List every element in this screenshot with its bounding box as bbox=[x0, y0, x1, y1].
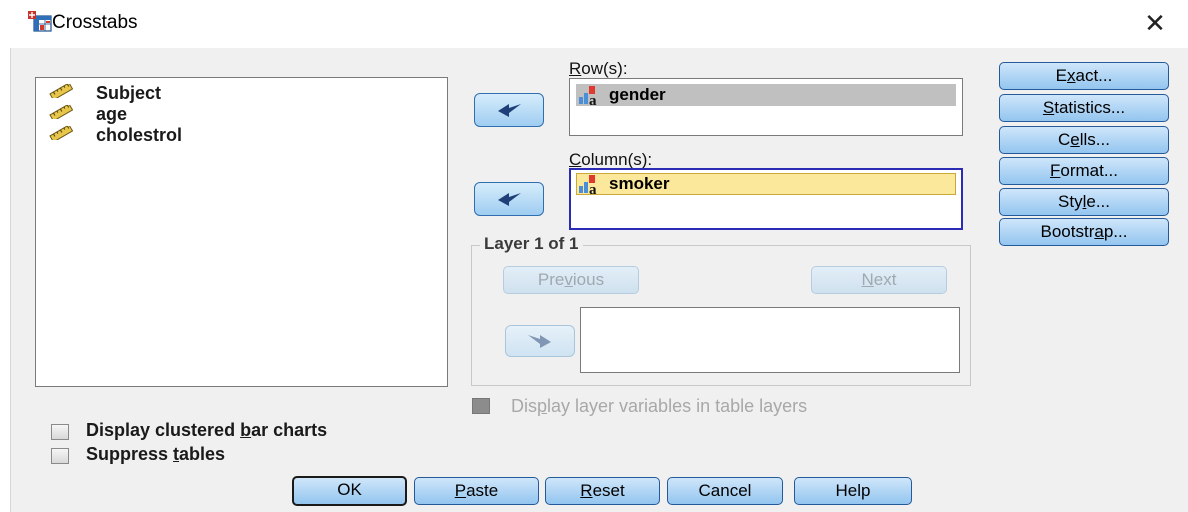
rows-label: Row(s): bbox=[569, 59, 628, 78]
scale-ruler-icon bbox=[49, 124, 74, 143]
next-button[interactable]: Next bbox=[811, 266, 947, 294]
rows-item-gender[interactable]: gender bbox=[609, 85, 666, 105]
columns-list[interactable]: a smoker bbox=[569, 168, 963, 230]
bootstrap-button[interactable]: Bootstrap... bbox=[999, 218, 1169, 246]
source-item-age[interactable]: age bbox=[96, 104, 127, 125]
format-button[interactable]: Format... bbox=[999, 157, 1169, 185]
columns-label: Column(s): bbox=[569, 150, 653, 169]
reset-button[interactable]: Reset bbox=[545, 477, 660, 505]
move-to-columns-button[interactable] bbox=[474, 182, 544, 216]
suppress-tables-checkbox[interactable] bbox=[51, 448, 69, 464]
help-button[interactable]: Help bbox=[794, 477, 912, 505]
arrow-left-icon bbox=[498, 104, 521, 117]
display-layer-label: Display layer variables in table layers bbox=[511, 396, 808, 416]
move-to-rows-button[interactable] bbox=[474, 93, 544, 127]
svg-text:a: a bbox=[589, 93, 597, 106]
ok-button[interactable]: OK bbox=[292, 476, 407, 506]
source-item-subject[interactable]: Subject bbox=[96, 83, 161, 104]
clustered-bar-charts-label: Display clustered bar charts bbox=[86, 420, 328, 440]
close-icon[interactable]: ✕ bbox=[1140, 8, 1170, 38]
background-window-edge bbox=[0, 0, 11, 512]
display-layer-checkbox[interactable] bbox=[472, 398, 490, 414]
arrow-left-icon bbox=[498, 193, 521, 206]
crosstabs-table-icon bbox=[28, 11, 52, 33]
move-to-layer-button[interactable] bbox=[505, 325, 575, 357]
columns-item-smoker[interactable]: smoker bbox=[609, 174, 669, 194]
clustered-bar-charts-checkbox[interactable] bbox=[51, 424, 69, 440]
title-bar[interactable] bbox=[10, 0, 1188, 48]
scale-ruler-icon bbox=[49, 82, 74, 101]
layer-title: Layer 1 of 1 bbox=[480, 234, 583, 254]
svg-text:a: a bbox=[589, 182, 597, 195]
suppress-tables-label: Suppress tables bbox=[86, 444, 226, 464]
paste-button[interactable]: Paste bbox=[414, 477, 539, 505]
source-variable-list[interactable]: Subject age cholestrol bbox=[35, 77, 448, 387]
style-button[interactable]: Style... bbox=[999, 188, 1169, 216]
cancel-button[interactable]: Cancel bbox=[667, 477, 783, 505]
cells-button[interactable]: Cells... bbox=[999, 126, 1169, 154]
window-title: Crosstabs bbox=[52, 12, 138, 33]
nominal-string-icon: a bbox=[578, 84, 608, 111]
exact-button[interactable]: Exact... bbox=[999, 62, 1169, 90]
previous-button[interactable]: Previous bbox=[503, 266, 639, 294]
source-item-cholestrol[interactable]: cholestrol bbox=[96, 125, 182, 146]
layer-list[interactable] bbox=[580, 307, 960, 373]
scale-ruler-icon bbox=[49, 103, 74, 122]
arrow-right-icon bbox=[528, 335, 551, 348]
statistics-button[interactable]: Statistics... bbox=[999, 94, 1169, 122]
rows-list[interactable]: a gender bbox=[569, 78, 963, 136]
nominal-string-icon: a bbox=[578, 173, 608, 200]
